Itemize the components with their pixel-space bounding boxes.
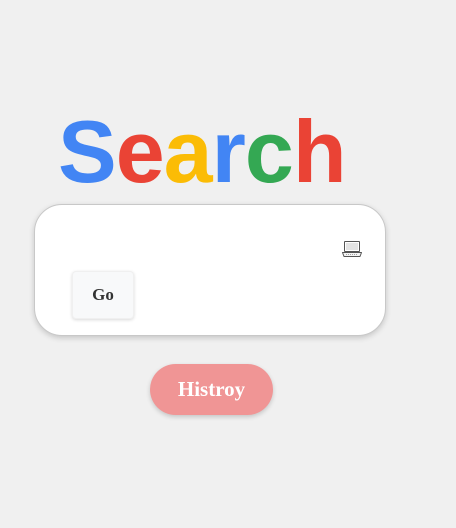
logo: Search [58, 102, 347, 201]
logo-letter-s: S [58, 102, 117, 201]
history-button[interactable]: Histroy [150, 364, 273, 415]
go-button[interactable]: Go [72, 271, 134, 319]
logo-letter-r: r [211, 102, 246, 201]
search-input[interactable] [55, 227, 349, 259]
logo-letter-e: e [115, 102, 165, 201]
laptop-icon[interactable] [341, 239, 363, 259]
logo-letter-a: a [163, 102, 213, 201]
logo-letter-h: h [292, 102, 347, 201]
logo-letter-c: c [244, 102, 294, 201]
search-card: Go [34, 204, 386, 336]
